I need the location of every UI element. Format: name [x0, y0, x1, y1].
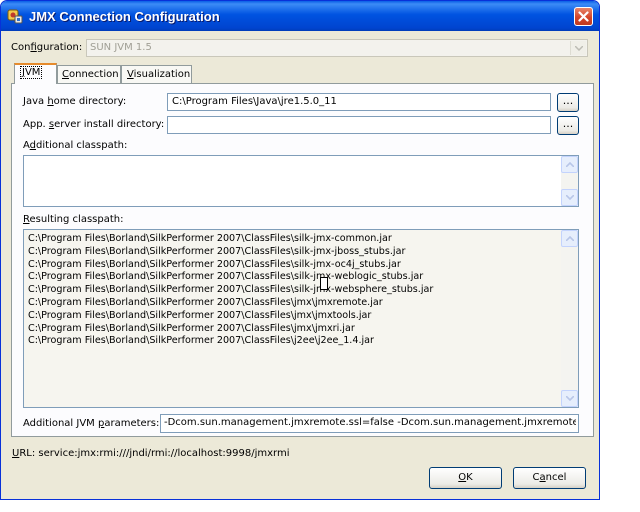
- url-text: URL: service:jmx:rmi:///jndi/rmi://local…: [12, 448, 290, 459]
- url-value: service:jmx:rmi:///jndi/rmi://localhost:…: [38, 448, 290, 459]
- window-title: JMX Connection Configuration: [29, 9, 220, 24]
- classpath-entry: C:\Program Files\Borland\SilkPerformer 2…: [28, 271, 424, 283]
- classpath-entry: C:\Program Files\Borland\SilkPerformer 2…: [28, 322, 355, 334]
- tab-jvm[interactable]: JVM: [14, 63, 57, 84]
- jvm-parameters-field[interactable]: -Dcom.sun.management.jmxremote.ssl=false…: [160, 414, 579, 433]
- chevron-down-icon: [566, 195, 574, 200]
- java-home-value: C:\Program Files\Java\jre1.5.0_11: [172, 96, 337, 107]
- app-server-browse-button[interactable]: ...: [557, 116, 579, 135]
- classpath-entry: C:\Program Files\Borland\SilkPerformer 2…: [28, 309, 372, 321]
- chevron-up-icon: [566, 236, 574, 241]
- chevron-down-icon: [566, 396, 574, 401]
- ok-button[interactable]: OK: [429, 467, 502, 489]
- java-home-label: Java home directory:: [23, 96, 127, 107]
- resulting-classpath-scrollbar[interactable]: [561, 230, 578, 407]
- jvm-parameters-label: Additional JVM parameters:: [23, 418, 160, 429]
- additional-classpath-scrollbar[interactable]: [561, 156, 578, 206]
- app-server-label: App. server install directory:: [23, 119, 165, 130]
- classpath-entry: C:\Program Files\Borland\SilkPerformer 2…: [28, 284, 434, 296]
- dialog-window: JMX Connection Configuration Configurati…: [0, 0, 600, 500]
- scroll-up-button[interactable]: [561, 156, 578, 173]
- configuration-select[interactable]: SUN JVM 1.5: [86, 39, 588, 57]
- close-icon: [578, 11, 589, 22]
- java-home-field[interactable]: C:\Program Files\Java\jre1.5.0_11: [167, 93, 551, 111]
- app-icon: [7, 8, 23, 24]
- close-button[interactable]: [574, 7, 593, 26]
- scroll-down-button[interactable]: [561, 390, 578, 407]
- java-home-browse-button[interactable]: ...: [557, 93, 579, 112]
- resulting-classpath-textarea[interactable]: C:\Program Files\Borland\SilkPerformer 2…: [23, 229, 579, 408]
- resulting-classpath-list: C:\Program Files\Borland\SilkPerformer 2…: [28, 233, 433, 348]
- tab-connection[interactable]: Connection: [57, 65, 121, 83]
- configuration-dropdown-button[interactable]: [570, 41, 586, 55]
- classpath-entry: C:\Program Files\Borland\SilkPerformer 2…: [28, 335, 374, 347]
- tab-connection-label: Connection: [62, 69, 119, 80]
- classpath-entry: C:\Program Files\Borland\SilkPerformer 2…: [28, 245, 406, 257]
- title-bar[interactable]: JMX Connection Configuration: [1, 1, 599, 31]
- jvm-parameters-value: -Dcom.sun.management.jmxremote.ssl=false…: [164, 417, 576, 428]
- classpath-entry: C:\Program Files\Borland\SilkPerformer 2…: [28, 296, 383, 308]
- classpath-entry: C:\Program Files\Borland\SilkPerformer 2…: [28, 233, 392, 244]
- cancel-button[interactable]: Cancel: [513, 467, 586, 489]
- resulting-classpath-label: Resulting classpath:: [23, 214, 124, 225]
- additional-classpath-label: Additional classpath:: [23, 140, 128, 151]
- chevron-down-icon: [575, 46, 583, 51]
- configuration-label: Configuration:: [11, 42, 83, 53]
- tab-visualization[interactable]: Visualization: [121, 65, 192, 83]
- tab-jvm-label: JVM: [19, 66, 43, 79]
- scroll-down-button[interactable]: [561, 189, 578, 206]
- tab-visualization-label: Visualization: [127, 69, 191, 80]
- scroll-up-button[interactable]: [561, 230, 578, 247]
- classpath-entry: C:\Program Files\Borland\SilkPerformer 2…: [28, 258, 401, 270]
- configuration-value: SUN JVM 1.5: [90, 42, 152, 53]
- chevron-up-icon: [566, 162, 574, 167]
- additional-classpath-textarea[interactable]: [23, 155, 579, 207]
- app-server-field[interactable]: [167, 116, 551, 134]
- jvm-tab-panel: Java home directory: C:\Program Files\Ja…: [11, 83, 594, 437]
- text-cursor: [320, 277, 328, 290]
